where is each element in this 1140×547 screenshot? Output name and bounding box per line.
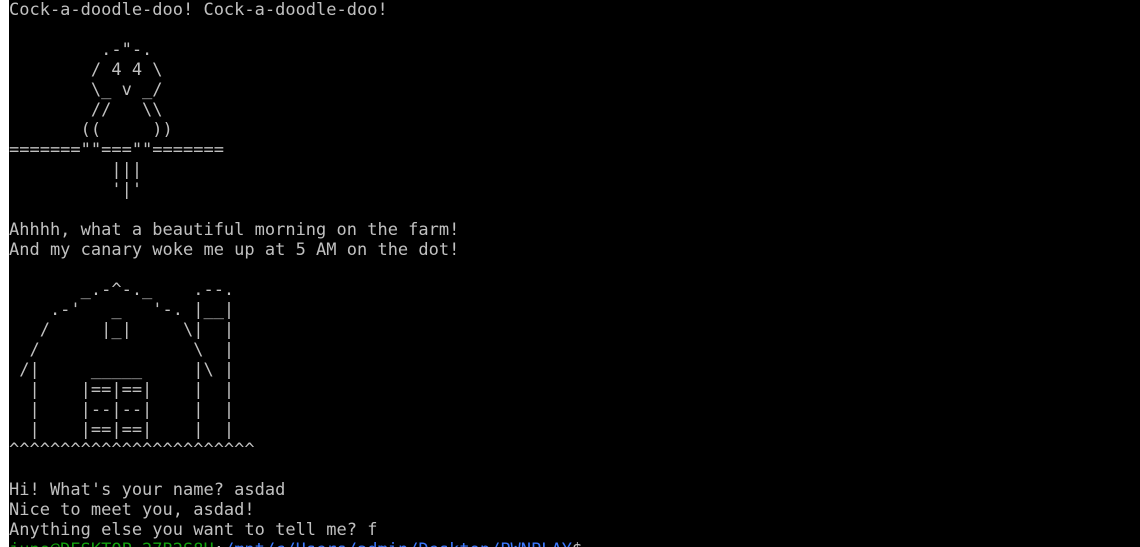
terminal-line: // \\ [9, 100, 163, 120]
terminal-line: \_ v _/ [9, 80, 163, 100]
shell-prompt: juno@DESKTOP-27B2S8H:/mnt/c/Users/admin/… [9, 540, 582, 547]
terminal-line: | |==|==| | | [9, 380, 235, 400]
prompt-user-host: juno@DESKTOP-27B2S8H [9, 540, 214, 547]
terminal-line: _.-^-._ .--. [9, 280, 235, 300]
terminal-line: / \ | [9, 340, 235, 360]
terminal-line: ^^^^^^^^^^^^^^^^^^^^^^^^ [9, 440, 255, 460]
terminal-line: =======""===""======= [9, 140, 224, 160]
terminal-line: Ahhhh, what a beautiful morning on the f… [9, 220, 460, 240]
prompt-symbol: $ [572, 540, 582, 547]
window-left-edge [0, 0, 9, 547]
terminal-line: /| _____ |\ | [9, 360, 235, 380]
terminal-line: ||| [9, 160, 143, 180]
terminal-line: Hi! What's your name? asdad [9, 480, 286, 500]
terminal-window[interactable]: Cock-a-doodle-doo! Cock-a-doodle-doo! .-… [9, 0, 1140, 547]
terminal-line: Cock-a-doodle-doo! Cock-a-doodle-doo! [9, 0, 388, 20]
prompt-separator: : [214, 540, 224, 547]
terminal-line: Nice to meet you, asdad! [9, 500, 255, 520]
terminal-line: (( )) [9, 120, 173, 140]
prompt-path: /mnt/c/Users/admin/Desktop/PWNPLAY [224, 540, 572, 547]
terminal-line: Anything else you want to tell me? f [9, 520, 378, 540]
terminal-line: | |--|--| | | [9, 400, 235, 420]
terminal-line: .-' _ '-. |__| [9, 300, 235, 320]
terminal-line: And my canary woke me up at 5 AM on the … [9, 240, 460, 260]
terminal-line: | |==|==| | | [9, 420, 235, 440]
terminal-line: .-"-. [9, 40, 153, 60]
terminal-line: / |_| \| | [9, 320, 235, 340]
terminal-line: '|' [9, 180, 143, 200]
terminal-line: / 4 4 \ [9, 60, 163, 80]
terminal-output: Cock-a-doodle-doo! Cock-a-doodle-doo! .-… [9, 0, 582, 547]
